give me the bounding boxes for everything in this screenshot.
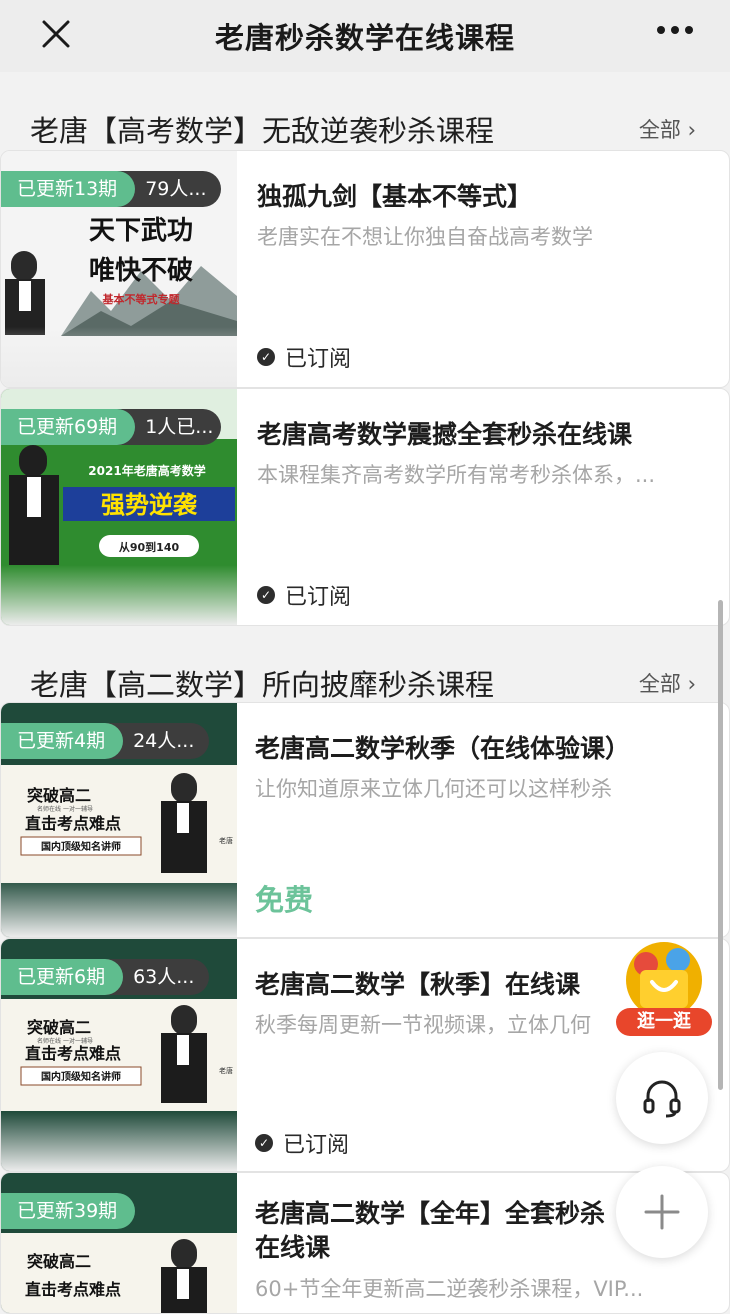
close-icon[interactable] [36, 14, 76, 54]
subscribed-status: ✓ 已订阅 [257, 579, 351, 611]
poster-line3: 基本不等式专题 [102, 292, 181, 306]
course-desc: 秋季每周更新一节视频课，立体几何 [255, 1013, 591, 1037]
poster-line1: 突破高二 [27, 1018, 91, 1037]
poster-line1: 突破高二 [27, 1252, 91, 1271]
add-button[interactable] [616, 1166, 708, 1258]
course-desc: 让你知道原来立体几何还可以这样秒杀 [255, 777, 612, 801]
section-title: 老唐【高二数学】所向披靡秒杀课程 [30, 668, 495, 702]
poster-line2: 直击考点难点 [25, 1280, 121, 1299]
course-badges: 已更新39期 [1, 1193, 136, 1229]
check-icon: ✓ [255, 1134, 273, 1152]
updated-badge: 已更新39期 [1, 1193, 136, 1229]
course-desc: 老唐实在不想让你独自奋战高考数学 [257, 225, 593, 249]
top-bar: 老唐秒杀数学在线课程 [0, 0, 730, 72]
course-card[interactable]: 2021年老唐高考数学 强势逆袭 从90到140 已更新69期 1人已... 老… [0, 388, 730, 626]
check-icon: ✓ [257, 348, 275, 366]
customer-service-button[interactable] [616, 1052, 708, 1144]
more-icon[interactable] [656, 24, 694, 36]
course-card[interactable]: 天下武功 唯快不破 基本不等式专题 已更新13期 79人... 独孤九剑【基本不… [0, 150, 730, 388]
poster-line1: 2021年老唐高考数学 [88, 463, 205, 478]
updated-badge: 已更新69期 [1, 409, 136, 445]
updated-badge: 已更新13期 [1, 171, 136, 207]
subscribed-status: ✓ 已订阅 [257, 341, 351, 373]
poster-line3: 从90到140 [119, 540, 180, 554]
view-all-link[interactable]: 全部 › [639, 114, 696, 144]
updated-badge: 已更新6期 [1, 959, 124, 995]
course-title: 老唐高考数学震撼全套秒杀在线课 [257, 420, 633, 449]
poster-line1: 突破高二 [27, 786, 91, 805]
poster-tag: 名师在线 一对一辅导 [37, 805, 93, 813]
poster-line2: 直击考点难点 [25, 814, 121, 833]
poster-line1: 天下武功 [89, 216, 193, 246]
page-title: 老唐秒杀数学在线课程 [214, 21, 515, 55]
course-title: 老唐高二数学【全年】全套秒杀在线课 [255, 1199, 606, 1262]
scrollbar[interactable] [718, 600, 723, 1090]
poster-line2: 唯快不破 [89, 256, 193, 286]
poster-line2: 直击考点难点 [25, 1044, 121, 1063]
course-desc: 本课程集齐高考数学所有常考秒杀体系，... [257, 463, 656, 487]
course-desc: 60+节全年更新高二逆袭秒杀课程，VIP... [255, 1277, 644, 1301]
poster-line2: 强势逆袭 [101, 491, 198, 519]
shop-label: 逛一逛 [616, 1008, 712, 1036]
poster-side: 老唐 [219, 1066, 233, 1075]
course-title: 独孤九剑【基本不等式】 [257, 182, 533, 211]
section-title: 老唐【高考数学】无敌逆袭秒杀课程 [30, 114, 495, 148]
view-all-link[interactable]: 全部 › [639, 668, 696, 698]
shop-float-button[interactable]: 逛一逛 [616, 940, 712, 1036]
poster-line3: 国内顶级知名讲师 [41, 840, 121, 853]
status-label: 已订阅 [283, 1133, 350, 1158]
poster-line3: 国内顶级知名讲师 [41, 1070, 121, 1083]
course-badges: 已更新69期 1人已... [1, 409, 222, 445]
course-badges: 已更新4期 24人... [1, 723, 210, 759]
headset-icon [643, 1080, 681, 1118]
poster-side: 老唐 [219, 836, 233, 845]
plus-icon [644, 1194, 680, 1230]
course-badges: 已更新13期 79人... [1, 171, 222, 207]
status-label: 已订阅 [285, 347, 352, 372]
course-title: 老唐高二数学【秋季】在线课 [255, 970, 581, 999]
course-title: 老唐高二数学秋季（在线体验课） [255, 734, 631, 763]
updated-badge: 已更新4期 [1, 723, 124, 759]
price-free: 免费 [255, 883, 314, 917]
check-icon: ✓ [257, 586, 275, 604]
status-label: 已订阅 [285, 585, 352, 610]
subscribed-status: ✓ 已订阅 [255, 1127, 349, 1159]
course-badges: 已更新6期 63人... [1, 959, 210, 995]
course-card[interactable]: 突破高二 名师在线 一对一辅导 直击考点难点 国内顶级知名讲师 老唐 已更新4期… [0, 702, 730, 938]
